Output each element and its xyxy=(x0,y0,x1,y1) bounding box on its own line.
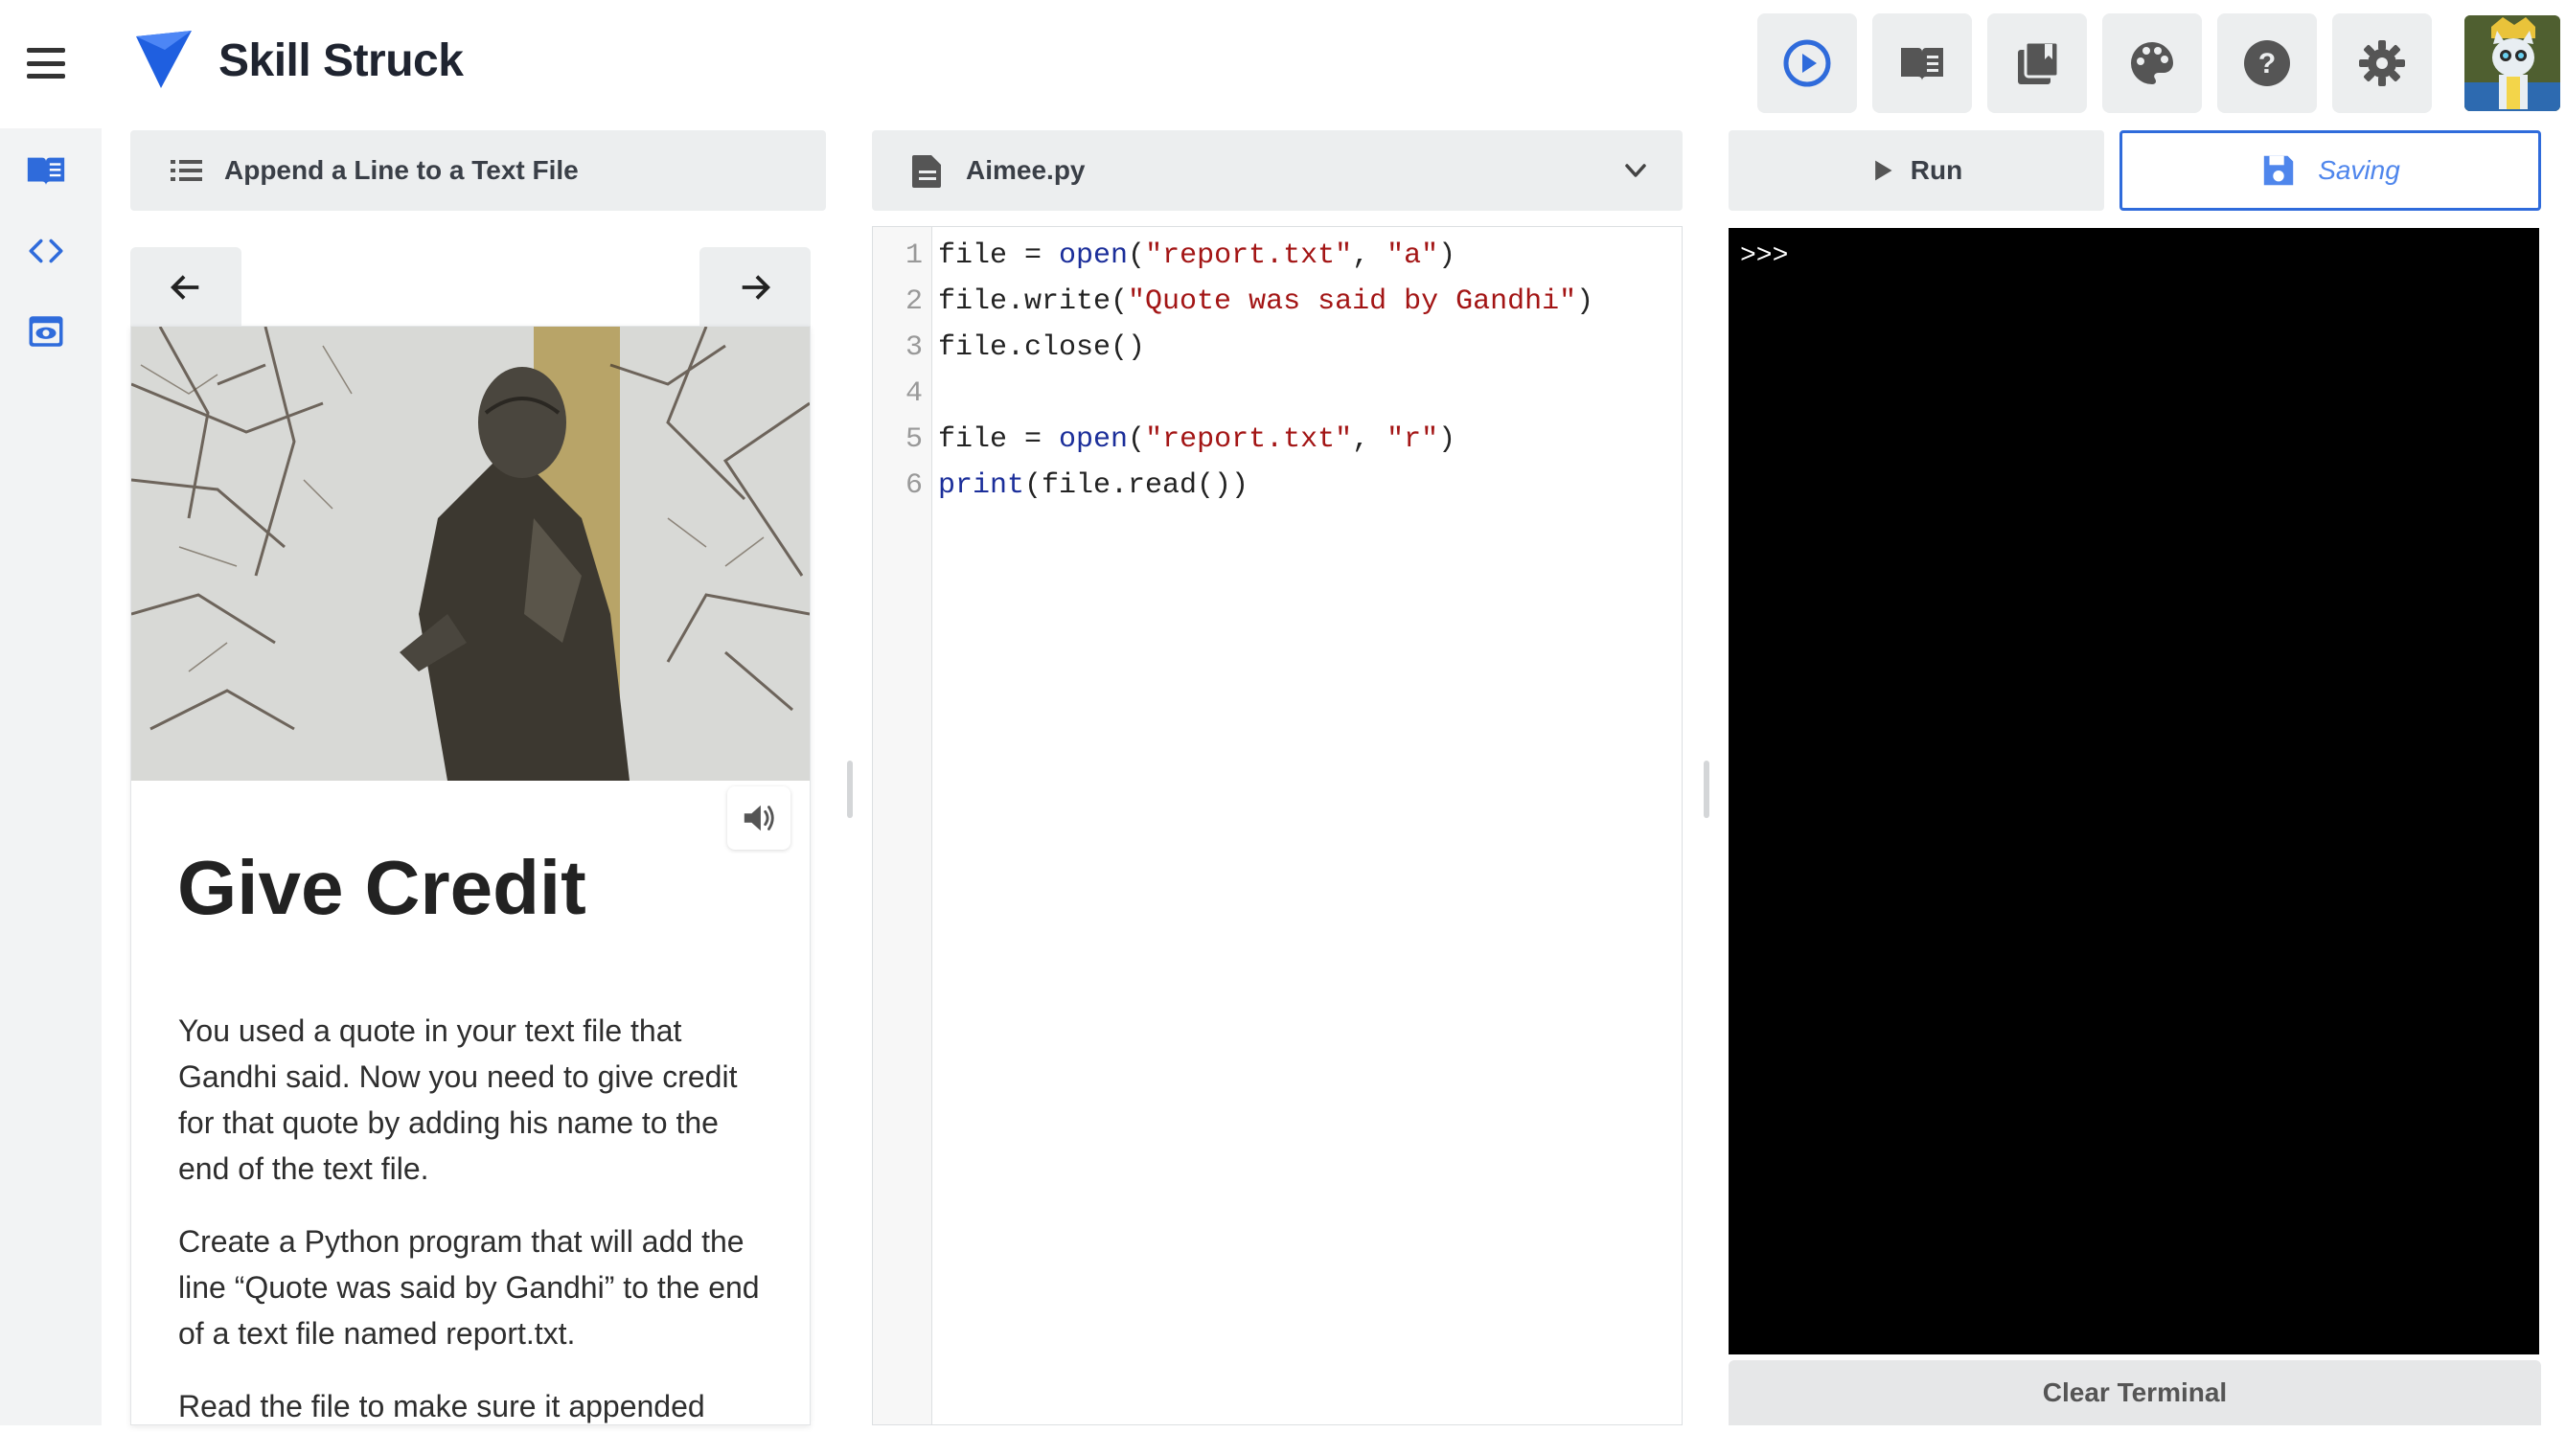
line-number: 4 xyxy=(905,377,923,410)
line-number: 6 xyxy=(905,469,923,502)
chevron-down-icon[interactable] xyxy=(1621,156,1650,185)
terminal-output[interactable]: >>> xyxy=(1729,228,2539,1354)
code-token: "r" xyxy=(1386,423,1439,456)
line-number: 3 xyxy=(905,331,923,364)
code-token: file.close() xyxy=(938,331,1146,364)
cat-avatar-icon xyxy=(2464,15,2560,111)
settings-icon xyxy=(2359,40,2405,86)
code-line[interactable]: file = open("report.txt", "r") xyxy=(938,417,1455,463)
arrow-right-icon xyxy=(742,275,770,300)
code-token: ) xyxy=(1576,285,1594,318)
save-icon xyxy=(2263,155,2294,186)
left-rail xyxy=(0,128,102,1425)
code-token: , xyxy=(1352,423,1387,456)
resize-handle[interactable] xyxy=(847,761,853,818)
clear-terminal-button[interactable]: Clear Terminal xyxy=(1729,1360,2541,1425)
code-token: ( xyxy=(1128,239,1146,272)
run-label: Run xyxy=(1910,155,1963,185)
code-token: print xyxy=(938,469,1025,502)
lesson-title: Append a Line to a Text File xyxy=(224,155,579,185)
menu-icon[interactable] xyxy=(27,48,65,79)
code-token: ( xyxy=(1128,423,1146,456)
lesson-view-button[interactable] xyxy=(23,148,69,193)
file-name: Aimee.py xyxy=(966,155,1086,185)
prev-slide-button[interactable] xyxy=(130,247,241,328)
help-button[interactable]: ? xyxy=(2217,13,2317,113)
book-open-icon xyxy=(1901,48,1943,80)
code-line[interactable]: print(file.read()) xyxy=(938,463,1249,509)
file-selector[interactable]: Aimee.py xyxy=(872,130,1683,211)
list-icon xyxy=(171,160,202,181)
lesson-paragraph: Create a Python program that will add th… xyxy=(178,1224,760,1351)
code-line[interactable]: file.write("Quote was said by Gandhi") xyxy=(938,279,1593,325)
line-number: 1 xyxy=(905,239,923,272)
lesson-paragraph: Read the file to make sure it appended xyxy=(178,1389,705,1423)
run-button[interactable]: Run xyxy=(1729,130,2104,211)
next-slide-button[interactable] xyxy=(699,247,811,328)
code-editor[interactable]: 1 file = open("report.txt", "a") 2 file.wri… xyxy=(872,226,1683,1425)
card-body: You used a quote in your text file that … xyxy=(178,1008,772,1456)
theme-button[interactable] xyxy=(2102,13,2202,113)
preview-view-button[interactable] xyxy=(23,308,69,354)
resize-handle[interactable] xyxy=(1704,761,1709,818)
code-token: (file.read()) xyxy=(1024,469,1249,502)
line-number: 5 xyxy=(905,423,923,456)
card-title: Give Credit xyxy=(177,845,586,930)
code-icon xyxy=(29,239,63,263)
terminal-prompt: >>> xyxy=(1740,241,1789,271)
settings-button[interactable] xyxy=(2332,13,2432,113)
save-button[interactable]: Saving xyxy=(2119,130,2541,211)
skill-struck-logo[interactable] xyxy=(132,29,195,92)
arrow-left-icon xyxy=(171,275,199,300)
library-button[interactable] xyxy=(1987,13,2087,113)
gandhi-statue-image xyxy=(131,327,810,781)
speaker-icon xyxy=(744,805,774,831)
lesson-paragraph: You used a quote in your text file that … xyxy=(178,1013,738,1186)
palette-icon xyxy=(2131,42,2173,84)
code-token: "a" xyxy=(1386,239,1439,272)
run-preview-button[interactable] xyxy=(1757,13,1857,113)
play-icon xyxy=(1874,160,1892,181)
code-line[interactable]: file = open("report.txt", "a") xyxy=(938,233,1455,279)
play-circle-icon xyxy=(1783,39,1831,87)
save-label: Saving xyxy=(2318,155,2400,185)
code-token: , xyxy=(1352,239,1387,272)
read-aloud-button[interactable] xyxy=(727,786,790,850)
code-token: file = xyxy=(938,423,1060,456)
top-bar: Skill Struck ? xyxy=(0,0,2566,128)
eye-icon xyxy=(29,316,63,347)
code-token: ) xyxy=(1438,423,1456,456)
avatar[interactable] xyxy=(2464,15,2560,111)
lesson-book-button[interactable] xyxy=(1872,13,1972,113)
code-token: ) xyxy=(1438,239,1456,272)
code-token: file.write( xyxy=(938,285,1129,318)
line-number: 2 xyxy=(905,285,923,318)
code-view-button[interactable] xyxy=(23,228,69,274)
lesson-title-bar[interactable]: Append a Line to a Text File xyxy=(130,130,826,211)
code-token: "report.txt" xyxy=(1145,423,1353,456)
code-token: open xyxy=(1059,239,1129,272)
code-token: open xyxy=(1059,423,1129,456)
code-token: file = xyxy=(938,239,1060,272)
book-open-icon xyxy=(27,157,65,186)
svg-text:?: ? xyxy=(2258,48,2276,80)
help-icon: ? xyxy=(2244,40,2290,86)
file-icon xyxy=(912,155,941,188)
code-line[interactable]: file.close() xyxy=(938,325,1145,371)
library-icon xyxy=(2018,40,2060,84)
code-token: "Quote was said by Gandhi" xyxy=(1128,285,1577,318)
brand-name: Skill Struck xyxy=(218,35,464,86)
code-token: "report.txt" xyxy=(1145,239,1353,272)
